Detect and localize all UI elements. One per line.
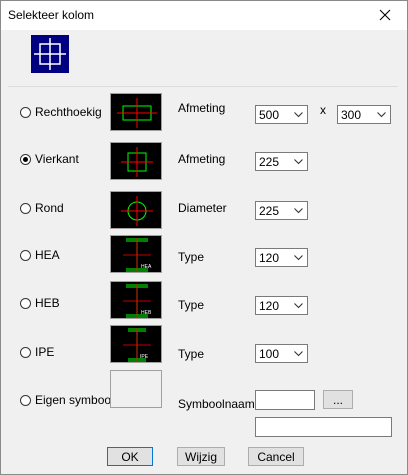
- chevron-down-icon: [294, 351, 303, 357]
- field-label-type: Type: [178, 298, 205, 312]
- ipe-tag: IPE: [140, 354, 149, 360]
- i-beam-ipe-icon: IPE: [123, 328, 151, 362]
- heb-type-dropdown[interactable]: 120: [255, 296, 308, 315]
- radio-indicator: [20, 202, 31, 214]
- combo-value: 300: [341, 108, 362, 122]
- diameter-dropdown[interactable]: 225: [255, 201, 308, 220]
- preview-ipe: IPE: [110, 325, 162, 363]
- preview-custom-symbol: [110, 370, 162, 408]
- radio-indicator: [20, 346, 31, 358]
- radio-eigen-symbool[interactable]: Eigen symbool: [20, 393, 114, 407]
- width-dropdown[interactable]: 500: [255, 105, 308, 124]
- combo-value: 120: [259, 299, 280, 313]
- edit-label: Wijzig: [185, 449, 217, 464]
- i-beam-hea-icon: HEA: [123, 238, 152, 272]
- chevron-down-icon: [294, 112, 303, 118]
- ipe-type-dropdown[interactable]: 100: [255, 344, 308, 363]
- preview-round: [110, 191, 162, 229]
- field-label-diameter: Diameter: [178, 201, 227, 215]
- radio-vierkant[interactable]: Vierkant: [20, 152, 79, 166]
- column-app-icon: [31, 35, 69, 73]
- chevron-down-icon: [294, 255, 303, 261]
- radio-rond[interactable]: Rond: [20, 201, 64, 215]
- close-icon: [379, 9, 391, 21]
- browse-button[interactable]: ...: [323, 390, 353, 409]
- radio-label: HEB: [35, 296, 60, 310]
- radio-indicator: [20, 394, 31, 406]
- radio-label: IPE: [35, 345, 55, 359]
- rectangle-column-icon: [117, 98, 157, 128]
- hea-tag: HEA: [141, 264, 152, 270]
- preview-heb: HEB: [110, 281, 162, 319]
- cancel-label: Cancel: [257, 449, 295, 464]
- browse-label: ...: [332, 392, 343, 407]
- radio-label: Vierkant: [35, 152, 79, 166]
- radio-label: Rond: [35, 201, 64, 215]
- radio-indicator: [20, 153, 31, 165]
- chevron-down-icon: [294, 159, 303, 165]
- edit-button[interactable]: Wijzig: [177, 447, 225, 466]
- combo-value: 120: [259, 251, 280, 265]
- chevron-down-icon: [294, 208, 303, 214]
- symbol-path-field[interactable]: [255, 417, 392, 437]
- ok-button[interactable]: OK: [107, 447, 153, 466]
- radio-hea[interactable]: HEA: [20, 248, 60, 262]
- round-column-icon: [121, 196, 153, 226]
- radio-ipe[interactable]: IPE: [20, 345, 54, 359]
- symbol-name-field[interactable]: [255, 390, 315, 410]
- dimension-separator: x: [320, 103, 326, 117]
- title-bar: Selekteer kolom: [0, 0, 408, 30]
- field-label-type: Type: [178, 347, 205, 361]
- window-title: Selekteer kolom: [8, 8, 95, 22]
- cancel-button[interactable]: Cancel: [248, 447, 304, 466]
- heb-tag: HEB: [141, 310, 152, 316]
- radio-label: Eigen symbool: [35, 393, 114, 407]
- close-button[interactable]: [362, 0, 408, 30]
- preview-rectangle: [110, 93, 162, 131]
- ok-label: OK: [121, 449, 139, 464]
- radio-heb[interactable]: HEB: [20, 296, 60, 310]
- radio-label: HEA: [35, 248, 60, 262]
- radio-indicator: [20, 249, 31, 261]
- i-beam-heb-icon: HEB: [123, 284, 152, 318]
- height-dropdown[interactable]: 300: [337, 105, 391, 124]
- square-column-icon: [121, 147, 153, 177]
- combo-value: 225: [259, 155, 280, 169]
- preview-square: [110, 142, 162, 180]
- chevron-down-icon: [294, 303, 303, 309]
- combo-value: 225: [259, 204, 280, 218]
- radio-indicator: [20, 297, 31, 309]
- preview-hea: HEA: [110, 235, 162, 273]
- column-grid-icon: [34, 38, 66, 70]
- hea-type-dropdown[interactable]: 120: [255, 248, 308, 267]
- combo-value: 100: [259, 347, 280, 361]
- radio-rechthoekig[interactable]: Rechthoekig: [20, 105, 102, 119]
- size-dropdown[interactable]: 225: [255, 152, 308, 171]
- radio-indicator: [20, 106, 31, 118]
- radio-label: Rechthoekig: [35, 105, 102, 119]
- field-label-afmeting: Afmeting: [178, 152, 226, 166]
- field-label-type: Type: [178, 250, 205, 264]
- combo-value: 500: [259, 108, 280, 122]
- chevron-down-icon: [377, 112, 386, 118]
- field-label-symboolnaam: Symboolnaam: [178, 397, 255, 411]
- field-label-afmeting: Afmeting: [178, 101, 226, 115]
